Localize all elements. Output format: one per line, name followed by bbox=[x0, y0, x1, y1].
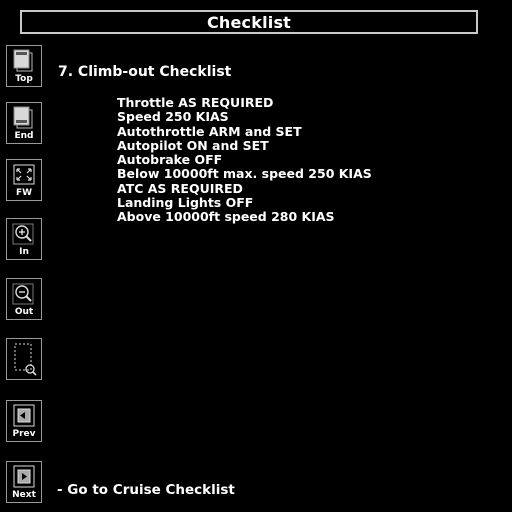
next-checklist-link[interactable]: - Go to Cruise Checklist bbox=[57, 482, 235, 498]
fw-button-label: FW bbox=[15, 188, 33, 198]
fw-button[interactable]: FW bbox=[6, 159, 42, 201]
page-top-icon bbox=[13, 49, 33, 72]
prev-button-label: Prev bbox=[12, 429, 36, 439]
next-button[interactable]: Next bbox=[6, 461, 42, 503]
page-end-icon bbox=[13, 106, 33, 129]
next-button-label: Next bbox=[12, 490, 36, 500]
checklist-item: Autothrottle ARM and SET bbox=[117, 123, 302, 139]
checklist-item: Autobrake OFF bbox=[117, 152, 223, 168]
page-zoom-button[interactable] bbox=[6, 338, 42, 380]
top-button[interactable]: Top bbox=[6, 45, 42, 87]
end-button[interactable]: End bbox=[6, 102, 42, 144]
checklist-item: Landing Lights OFF bbox=[117, 195, 254, 211]
zoom-in-button[interactable]: In bbox=[6, 218, 42, 260]
checklist-item: Speed 250 KIAS bbox=[117, 109, 229, 125]
page-zoom-icon bbox=[14, 343, 37, 376]
previous-page-icon bbox=[13, 404, 35, 427]
zoom-in-icon bbox=[12, 223, 34, 245]
top-button-label: Top bbox=[15, 74, 33, 84]
prev-button[interactable]: Prev bbox=[6, 400, 42, 442]
zoom-out-button-label: Out bbox=[14, 307, 34, 317]
end-button-label: End bbox=[14, 131, 34, 141]
checklist-items: Throttle AS REQUIRED Speed 250 KIAS Auto… bbox=[117, 95, 372, 225]
title-bar: Checklist bbox=[20, 10, 478, 34]
checklist-item: Autopilot ON and SET bbox=[117, 137, 269, 153]
section-title: 7. Climb-out Checklist bbox=[58, 64, 232, 80]
zoom-out-button[interactable]: Out bbox=[6, 278, 42, 320]
checklist-item: Throttle AS REQUIRED bbox=[117, 95, 274, 110]
zoom-out-icon bbox=[12, 283, 34, 305]
next-page-icon bbox=[13, 465, 35, 488]
checklist-item: Below 10000ft max. speed 250 KIAS bbox=[117, 166, 372, 182]
checklist-item: ATC AS REQUIRED bbox=[117, 180, 243, 196]
fit-width-icon bbox=[13, 164, 35, 185]
zoom-in-button-label: In bbox=[19, 247, 29, 257]
page-title: Checklist bbox=[206, 12, 292, 32]
checklist-item: Above 10000ft speed 280 KIAS bbox=[117, 209, 335, 225]
